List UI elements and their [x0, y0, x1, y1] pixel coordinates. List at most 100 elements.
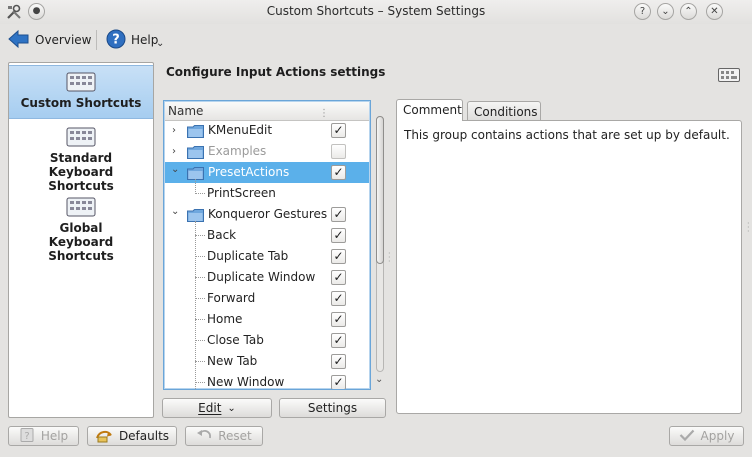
keyboard-icon: [718, 68, 740, 82]
tab-label: Comment: [403, 103, 462, 117]
tree-item-label: PresetActions: [208, 165, 290, 179]
keyboard-icon: [66, 197, 96, 217]
help-label: Help: [131, 33, 159, 47]
splitter-handle[interactable]: · · ·: [388, 250, 391, 266]
enable-checkbox[interactable]: ✓: [331, 228, 346, 243]
defaults-icon: [95, 427, 113, 446]
sidebar-item-label: Standard Keyboard Shortcuts: [48, 151, 114, 193]
maximize-icon: ⌃: [684, 5, 693, 17]
expand-chevron-down-icon[interactable]: ⌄: [171, 201, 179, 222]
minimize-button[interactable]: ⌄: [657, 3, 674, 20]
folder-icon: [187, 125, 204, 138]
reset-button[interactable]: Reset: [185, 426, 263, 446]
help-icon: ?: [106, 29, 126, 52]
tree-branch-line: [195, 382, 205, 383]
help-titlebar-button[interactable]: ?: [634, 3, 651, 20]
splitter-handle-right[interactable]: · · ·: [747, 220, 750, 236]
sidebar-item-label: Global Keyboard Shortcuts: [48, 221, 114, 263]
tree-row-kmenuedit[interactable]: › KMenuEdit ✓: [165, 120, 369, 141]
expand-chevron-right-icon[interactable]: ›: [172, 120, 176, 141]
page-title: Configure Input Actions settings: [166, 65, 386, 79]
help-book-icon: ?: [19, 427, 35, 446]
tree-item-label: Duplicate Window: [207, 270, 316, 284]
svg-text:?: ?: [24, 431, 29, 442]
apply-button[interactable]: Apply: [669, 426, 744, 446]
tree-branch-line: [195, 277, 205, 278]
scrollbar-thumb[interactable]: [376, 116, 384, 264]
sidebar: Custom Shortcuts Standard Keyboard Short…: [8, 62, 154, 418]
enable-checkbox[interactable]: ✓: [331, 291, 346, 306]
tree-branch-line: [195, 256, 205, 257]
undo-icon: [196, 428, 212, 445]
tree-item-label: Close Tab: [207, 333, 264, 347]
expand-chevron-down-icon[interactable]: ⌄: [171, 159, 179, 180]
enable-checkbox[interactable]: [331, 144, 346, 159]
minimize-icon: ⌄: [661, 5, 670, 17]
tab-label: Conditions: [474, 105, 538, 119]
toolbar-separator: [96, 30, 97, 50]
sidebar-item-standard-keyboard-shortcuts[interactable]: Standard Keyboard Shortcuts: [9, 127, 153, 193]
help-button-label: Help: [40, 429, 69, 443]
enable-checkbox[interactable]: ✓: [331, 165, 346, 180]
enable-checkbox[interactable]: ✓: [331, 249, 346, 264]
title-bar: ● Custom Shortcuts – System Settings ? ⌄…: [0, 0, 752, 24]
question-icon: ?: [639, 5, 646, 17]
enable-checkbox[interactable]: ✓: [331, 333, 346, 348]
tree-branch-line: [195, 298, 205, 299]
comment-text[interactable]: This group contains actions that are set…: [404, 128, 730, 142]
enable-checkbox[interactable]: ✓: [331, 123, 346, 138]
help-button[interactable]: ? Help: [8, 426, 79, 446]
svg-text:?: ?: [112, 32, 120, 47]
enable-checkbox[interactable]: ✓: [331, 312, 346, 327]
overview-button[interactable]: Overview: [8, 28, 92, 52]
help-menu-button[interactable]: ? Help: [106, 28, 158, 52]
edit-button-label: Edit: [198, 401, 222, 415]
keyboard-icon: [66, 72, 96, 92]
tree-item-label: Forward: [207, 291, 256, 305]
tree-branch-line: [195, 179, 196, 194]
checkmark-icon: [679, 428, 695, 445]
actions-tree[interactable]: Name ⋮ › KMenuEdit ✓ › Examples ⌄ PresetAction…: [163, 100, 371, 390]
toolbar: Overview ? Help ⌄: [0, 24, 752, 56]
tree-item-label: New Window: [207, 375, 285, 389]
sidebar-item-label: Custom Shortcuts: [20, 96, 142, 110]
close-button[interactable]: ✕: [706, 3, 723, 20]
overview-label: Overview: [35, 33, 92, 47]
settings-button[interactable]: Settings: [279, 398, 386, 418]
tree-branch-line: [195, 340, 205, 341]
tree-scrollbar[interactable]: ⌄: [374, 112, 386, 390]
enable-checkbox[interactable]: ✓: [331, 207, 346, 222]
tree-branch-line: [195, 221, 196, 389]
enable-checkbox[interactable]: ✓: [331, 270, 346, 285]
tree-item-label: New Tab: [207, 354, 258, 368]
defaults-button[interactable]: Defaults: [87, 426, 177, 446]
apply-button-label: Apply: [700, 429, 735, 443]
tree-item-label: Konqueror Gestures: [208, 207, 328, 221]
tree-item-label: Duplicate Tab: [207, 249, 289, 263]
enable-checkbox[interactable]: ✓: [331, 354, 346, 369]
tree-item-label: PrintScreen: [207, 186, 276, 200]
back-arrow-icon: [8, 29, 30, 52]
tree-branch-line: [195, 319, 205, 320]
enable-checkbox[interactable]: ✓: [331, 375, 346, 389]
comment-panel: This group contains actions that are set…: [396, 120, 742, 414]
tree-item-label: Back: [207, 228, 237, 242]
maximize-button[interactable]: ⌃: [680, 3, 697, 20]
tree-item-label: Examples: [208, 144, 267, 158]
chevron-down-icon: ⌄: [156, 38, 165, 49]
tab-conditions[interactable]: Conditions: [467, 101, 541, 120]
tree-branch-line: [195, 235, 205, 236]
tree-branch-line: [195, 193, 205, 194]
edit-menu-button[interactable]: Edit ⌄: [162, 398, 272, 418]
column-header-name[interactable]: Name ⋮: [165, 102, 369, 121]
tree-row-examples[interactable]: › Examples: [165, 141, 369, 162]
keyboard-icon: [66, 127, 96, 147]
column-header-label: Name: [168, 104, 204, 118]
chevron-down-icon: ⌄: [227, 402, 236, 414]
tree-item-label: Home: [207, 312, 243, 326]
tab-comment[interactable]: Comment: [396, 99, 463, 121]
close-icon: ✕: [710, 5, 719, 17]
sidebar-item-custom-shortcuts[interactable]: Custom Shortcuts: [9, 65, 153, 119]
sidebar-item-global-keyboard-shortcuts[interactable]: Global Keyboard Shortcuts: [9, 197, 153, 263]
scroll-down-arrow-icon[interactable]: ⌄: [375, 374, 383, 385]
